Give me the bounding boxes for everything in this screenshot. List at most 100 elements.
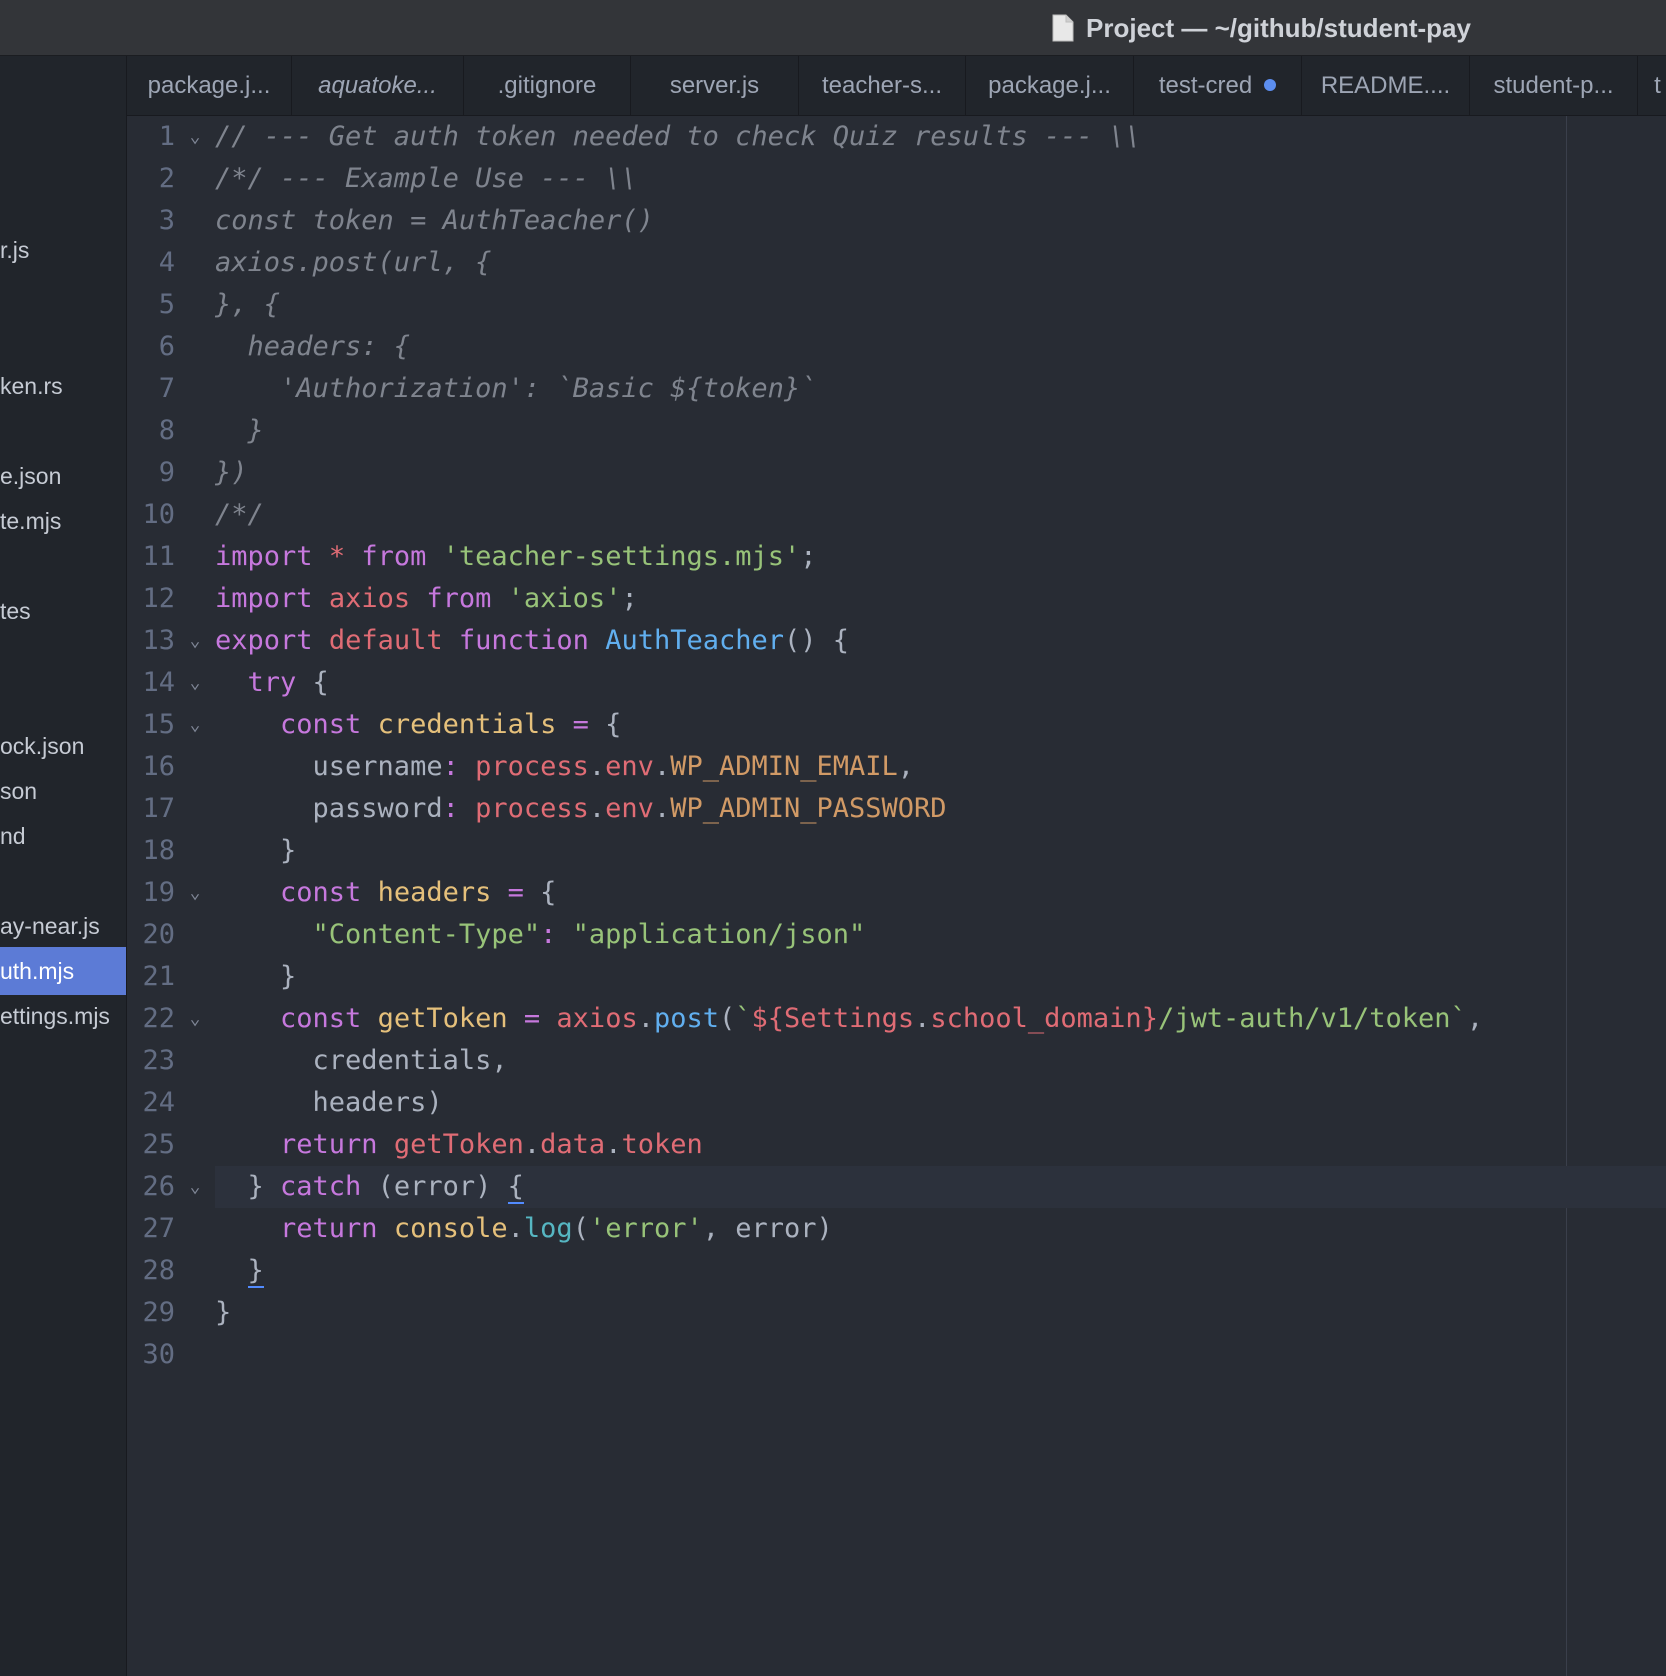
code-token: post: [653, 1003, 719, 1034]
code-token: .: [507, 1213, 524, 1244]
code-token: /*/ --- Example Use --- \\: [215, 163, 638, 194]
code-line[interactable]: 6 headers: {: [127, 326, 1666, 368]
tab[interactable]: t: [1638, 56, 1666, 115]
code-text: headers: {: [215, 326, 1666, 368]
code-line[interactable]: 24 headers): [127, 1082, 1666, 1124]
code-line[interactable]: 27 return console.log('error', error): [127, 1208, 1666, 1250]
line-number: 9: [158, 457, 175, 488]
tab-bar: package.j... aquatoke... .gitignore server.…: [127, 56, 1666, 116]
code-line[interactable]: 21 }: [127, 956, 1666, 998]
tab[interactable]: test-cred: [1134, 56, 1302, 115]
sidebar-file-item[interactable]: ay-near.js: [0, 902, 126, 950]
code-token: 'error': [588, 1213, 703, 1244]
editor-window: Project — ~/github/student-pay r.js ken.r…: [0, 0, 1666, 1676]
code-token: 'axios': [507, 583, 622, 614]
fold-chevron-icon[interactable]: ⌄: [186, 620, 204, 662]
code-line[interactable]: 16 username: process.env.WP_ADMIN_EMAIL,: [127, 746, 1666, 788]
code-line[interactable]: 9}): [127, 452, 1666, 494]
code-line[interactable]: 22 ⌄ const getToken = axios.post(`${Setti…: [127, 998, 1666, 1040]
code-line[interactable]: 15 ⌄ const credentials = {: [127, 704, 1666, 746]
code-token: function: [458, 625, 589, 656]
code-line[interactable]: 20 "Content-Type": "application/json": [127, 914, 1666, 956]
code-token: // --- Get auth token needed to check Qu…: [215, 121, 1142, 152]
code-text: export default function AuthTeacher() {: [215, 620, 1666, 662]
sidebar-file-item[interactable]: ock.json: [0, 722, 126, 770]
code-line[interactable]: 26 ⌄ } catch (error) {: [127, 1166, 1666, 1208]
line-number: 13: [142, 625, 175, 656]
fold-chevron-icon[interactable]: ⌄: [186, 662, 204, 704]
sidebar-file-item[interactable]: r.js: [0, 226, 126, 274]
code-line[interactable]: 13 ⌄ export default function AuthTeacher()…: [127, 620, 1666, 662]
tab[interactable]: README....: [1302, 56, 1470, 115]
tab[interactable]: .gitignore: [464, 56, 631, 115]
code-token: return: [280, 1213, 378, 1244]
code-token: }: [247, 1255, 264, 1288]
code-line[interactable]: 19 ⌄ const headers = {: [127, 872, 1666, 914]
sidebar-file-item[interactable]: ken.rs: [0, 362, 126, 410]
sidebar-file-item[interactable]: son: [0, 767, 126, 815]
code-line[interactable]: 8 }: [127, 410, 1666, 452]
code-token: Settings: [784, 1003, 915, 1034]
sidebar-file-item[interactable]: nd: [0, 812, 126, 860]
code-text: } catch (error) {: [215, 1166, 1666, 1208]
code-line[interactable]: 7 'Authorization': `Basic ${token}`: [127, 368, 1666, 410]
fold-chevron-icon[interactable]: ⌄: [186, 998, 204, 1040]
code-token: }: [215, 1297, 232, 1328]
code-line[interactable]: 11 import * from 'teacher-settings.mjs';: [127, 536, 1666, 578]
tab-label: aquatoke...: [318, 72, 437, 99]
code-line[interactable]: 28 }: [127, 1250, 1666, 1292]
line-number: 27: [142, 1213, 175, 1244]
code-line[interactable]: 23 credentials,: [127, 1040, 1666, 1082]
code-token: axios.post(url, {: [215, 247, 492, 278]
code-editor[interactable]: 1 ⌄ // --- Get auth token needed to check …: [127, 116, 1666, 1676]
code-text: const getToken = axios.post(`${Settings.…: [215, 998, 1666, 1040]
sidebar-file-item[interactable]: tes: [0, 587, 126, 635]
fold-chevron-icon[interactable]: ⌄: [186, 872, 204, 914]
code-line[interactable]: 10 /*/: [127, 494, 1666, 536]
code-token: }: [215, 961, 297, 992]
tab[interactable]: aquatoke...: [292, 56, 464, 115]
line-number: 23: [142, 1045, 175, 1076]
line-number: 29: [142, 1297, 175, 1328]
file-tree-sidebar[interactable]: r.js ken.rs e.json te.mjs tes ock.json son nd ay…: [0, 56, 127, 1676]
sidebar-file-item[interactable]: e.json: [0, 452, 126, 500]
tab[interactable]: teacher-s...: [799, 56, 966, 115]
code-line[interactable]: 17 password: process.env.WP_ADMIN_PASSWO…: [127, 788, 1666, 830]
sidebar-file-item[interactable]: te.mjs: [0, 497, 126, 545]
code-token: log: [523, 1213, 573, 1244]
code-line[interactable]: 2 /*/ --- Example Use --- \\: [127, 158, 1666, 200]
tab[interactable]: student-p...: [1470, 56, 1638, 115]
tab[interactable]: package.j...: [966, 56, 1134, 115]
code-line[interactable]: 4 axios.post(url, {: [127, 242, 1666, 284]
code-line[interactable]: 1 ⌄ // --- Get auth token needed to check …: [127, 116, 1666, 158]
code-text: // --- Get auth token needed to check Qu…: [215, 116, 1666, 158]
code-line[interactable]: 5}, {: [127, 284, 1666, 326]
sidebar-file-item[interactable]: ettings.mjs: [0, 992, 126, 1040]
code-token: ;: [800, 541, 817, 572]
code-token: import: [215, 541, 313, 572]
tab-label: t: [1654, 72, 1661, 99]
code-line[interactable]: 29}: [127, 1292, 1666, 1334]
code-token: .: [523, 1129, 541, 1160]
fold-chevron-icon[interactable]: ⌄: [186, 116, 204, 158]
tab[interactable]: package.j...: [127, 56, 292, 115]
fold-chevron-icon[interactable]: ⌄: [186, 704, 204, 746]
code-token: `: [735, 1003, 752, 1034]
code-token: const: [280, 877, 362, 908]
code-line[interactable]: 18 }: [127, 830, 1666, 872]
code-line[interactable]: 25 return getToken.data.token: [127, 1124, 1666, 1166]
code-line[interactable]: 12 import axios from 'axios';: [127, 578, 1666, 620]
fold-chevron-icon[interactable]: ⌄: [186, 1166, 204, 1208]
tab-label: student-p...: [1493, 72, 1614, 99]
title-bar: Project — ~/github/student-pay: [0, 0, 1666, 56]
code-line[interactable]: 3 const token = AuthTeacher(): [127, 200, 1666, 242]
code-token: :: [442, 793, 459, 824]
code-line[interactable]: 14 ⌄ try {: [127, 662, 1666, 704]
sidebar-file-item[interactable]: uth.mjs: [0, 947, 126, 995]
tab[interactable]: server.js: [631, 56, 799, 115]
code-line[interactable]: 30: [127, 1334, 1666, 1376]
